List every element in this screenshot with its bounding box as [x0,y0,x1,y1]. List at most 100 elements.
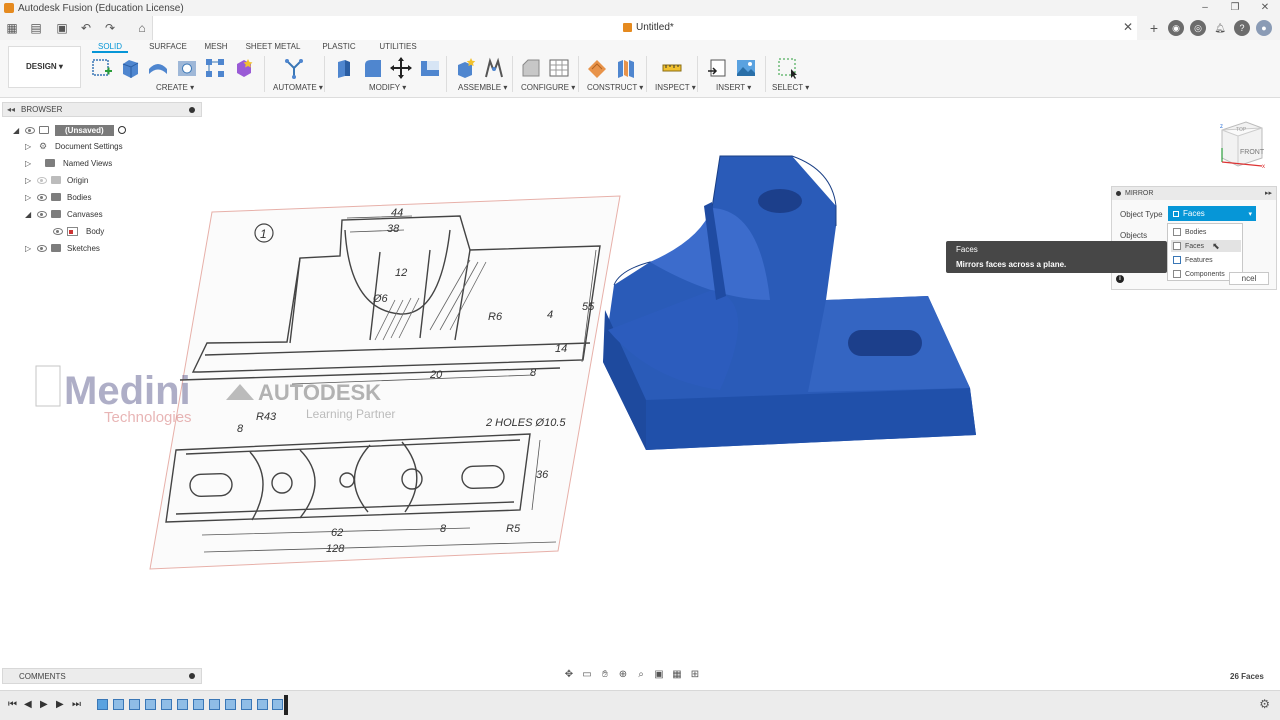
measure-icon[interactable] [661,57,683,79]
new-tab-icon[interactable]: + [1146,20,1162,36]
3d-viewport[interactable]: 44 38 12 Ø6 55 R6 4 14 8 20 R43 2 HOLES … [0,98,1280,666]
pattern-icon[interactable] [204,57,226,79]
move-copy-icon[interactable] [390,57,412,79]
extensions-icon[interactable]: ◉ [1168,20,1184,36]
inspect-group-label[interactable]: INSPECT ▾ [655,83,696,92]
press-pull-icon[interactable] [333,57,355,79]
timeline-feature[interactable] [257,699,268,710]
3d-model-body[interactable] [603,155,976,450]
configuration-table-icon[interactable] [548,57,570,79]
workspace-switcher[interactable]: DESIGN ▾ [8,46,81,88]
look-at-icon[interactable]: ▭ [580,668,594,682]
timeline-feature[interactable] [113,699,124,710]
maximize-button[interactable]: ❐ [1220,0,1250,16]
timeline-settings-gear-icon[interactable]: ⚙ [1259,697,1270,711]
tab-mesh[interactable]: MESH [198,42,234,53]
info-icon[interactable]: i [1116,275,1124,283]
window-title: Autodesk Fusion (Education License) [18,2,184,14]
fillet-icon[interactable] [362,57,384,79]
dropdown-option-features[interactable]: Features [1171,254,1241,266]
mirror-dialog-header[interactable]: MIRROR ▸▸ [1112,187,1276,200]
timeline-feature[interactable] [209,699,220,710]
insert-group-label[interactable]: INSERT ▾ [716,83,751,92]
create-group-label[interactable]: CREATE ▾ [156,83,194,92]
view-cube-top[interactable]: TOP [1236,127,1247,133]
revolve-icon[interactable] [147,57,169,79]
extrude-icon[interactable] [119,57,141,79]
go-to-start-icon[interactable]: ⏮ [8,699,17,710]
timeline-feature[interactable] [241,699,252,710]
step-forward-icon[interactable]: ▶ [56,699,64,710]
timeline-feature[interactable] [145,699,156,710]
save-icon[interactable]: ▣ [54,20,70,36]
display-settings-icon[interactable]: ▣ [652,668,666,682]
timeline-marker[interactable] [284,695,288,715]
orbit-icon[interactable]: ✥ [562,668,576,682]
grid-settings-icon[interactable]: ▦ [670,668,684,682]
configure-icon[interactable] [520,57,542,79]
construct-group-label[interactable]: CONSTRUCT ▾ [587,83,643,92]
home-icon[interactable]: ⌂ [134,20,150,36]
new-component-icon[interactable] [455,57,477,79]
timeline-feature[interactable] [129,699,140,710]
assemble-group-label[interactable]: ASSEMBLE ▾ [458,83,507,92]
view-cube-front[interactable]: FRONT [1240,149,1265,156]
select-icon[interactable] [777,57,799,79]
fit-icon[interactable]: ⌕ [634,668,648,682]
job-status-icon[interactable]: ◎ [1190,20,1206,36]
joint-icon[interactable] [483,57,505,79]
create-sketch-icon[interactable] [91,57,113,79]
timeline-feature[interactable] [225,699,236,710]
insert-derive-icon[interactable] [706,57,728,79]
zoom-icon[interactable]: ⊕ [616,668,630,682]
comments-pin-icon[interactable] [189,673,195,679]
select-group-label[interactable]: SELECT ▾ [772,83,809,92]
timeline-feature[interactable] [161,699,172,710]
step-back-icon[interactable]: ◀ [24,699,32,710]
redo-icon[interactable]: ↷ [102,20,118,36]
document-tab[interactable]: Untitled* ✕ [152,16,1137,40]
insert-canvas-icon[interactable] [735,57,757,79]
user-avatar[interactable]: ● [1256,20,1272,36]
go-to-end-icon[interactable]: ⏭ [72,699,81,710]
shell-icon[interactable] [419,57,441,79]
undo-icon[interactable]: ↶ [78,20,94,36]
close-window-button[interactable]: ✕ [1250,0,1280,16]
viewports-icon[interactable]: ⊞ [688,668,702,682]
hole-icon[interactable] [176,57,198,79]
object-type-select[interactable]: Faces ▾ [1168,206,1256,221]
timeline-feature[interactable] [97,699,108,710]
view-cube[interactable]: FRONT TOP x z [1218,118,1266,170]
watermark-partner-sub: Learning Partner [306,407,395,421]
offset-plane-icon[interactable] [586,57,608,79]
midplane-icon[interactable] [615,57,637,79]
play-icon[interactable]: ▶ [40,699,48,710]
notifications-icon[interactable]: 🔔︎ [1212,20,1228,36]
automate-icon[interactable] [283,57,305,79]
automate-group-label[interactable]: AUTOMATE ▾ [273,83,323,92]
expand-dialog-icon[interactable]: ▸▸ [1265,189,1272,197]
minimize-button[interactable]: – [1190,0,1220,16]
file-menu-icon[interactable]: ▤ [28,20,44,36]
form-icon[interactable] [233,57,255,79]
help-icon[interactable]: ? [1234,20,1250,36]
dropdown-option-faces[interactable]: Faces ⬉ [1171,240,1241,252]
dropdown-option-bodies[interactable]: Bodies [1171,226,1241,238]
timeline-feature[interactable] [272,699,283,710]
close-document-icon[interactable]: ✕ [1123,20,1133,34]
app-grid-icon[interactable]: ▦ [4,20,20,36]
comments-panel[interactable]: COMMENTS [2,668,202,684]
timeline-feature[interactable] [193,699,204,710]
tab-sheet-metal[interactable]: SHEET METAL [234,42,312,53]
modify-group-label[interactable]: MODIFY ▾ [369,83,406,92]
cancel-button[interactable]: ncel [1229,272,1269,285]
tab-utilities[interactable]: UTILITIES [366,42,430,53]
tab-solid[interactable]: SOLID [92,42,128,53]
tab-plastic[interactable]: PLASTIC [312,42,366,53]
quick-access-bar: ▦ ▤ ▣ ↶ ↷ ⌂ Untitled* ✕ + ◉ ◎ 🔔︎ ? ● [0,16,1280,40]
tab-surface[interactable]: SURFACE [138,42,198,53]
configure-group-label[interactable]: CONFIGURE ▾ [521,83,575,92]
pan-icon[interactable]: ✋︎ [598,668,612,682]
canvas-drawing-sheet[interactable]: 44 38 12 Ø6 55 R6 4 14 8 20 R43 2 HOLES … [149,195,621,570]
timeline-feature[interactable] [177,699,188,710]
